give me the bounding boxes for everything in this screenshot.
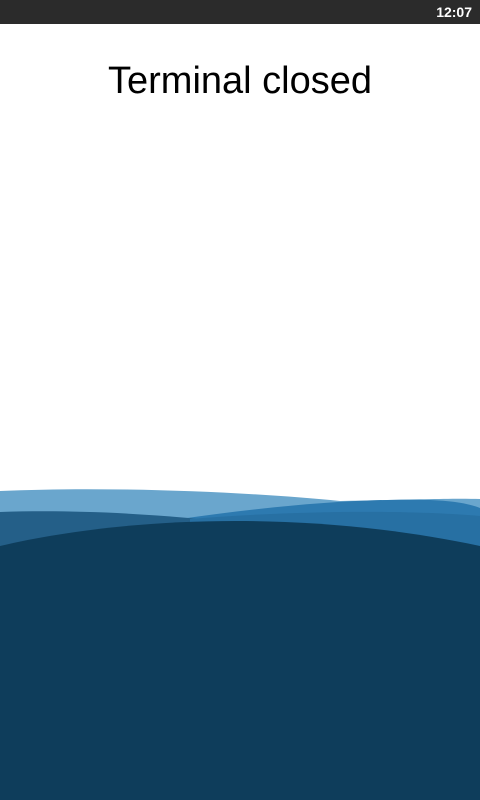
screen: 12:07 Terminal closed [0, 0, 480, 800]
wave-decoration [0, 489, 480, 800]
status-bar: 12:07 [0, 0, 480, 24]
page-title: Terminal closed [108, 60, 372, 102]
wave-deep [0, 520, 480, 800]
status-time: 12:07 [436, 4, 472, 20]
